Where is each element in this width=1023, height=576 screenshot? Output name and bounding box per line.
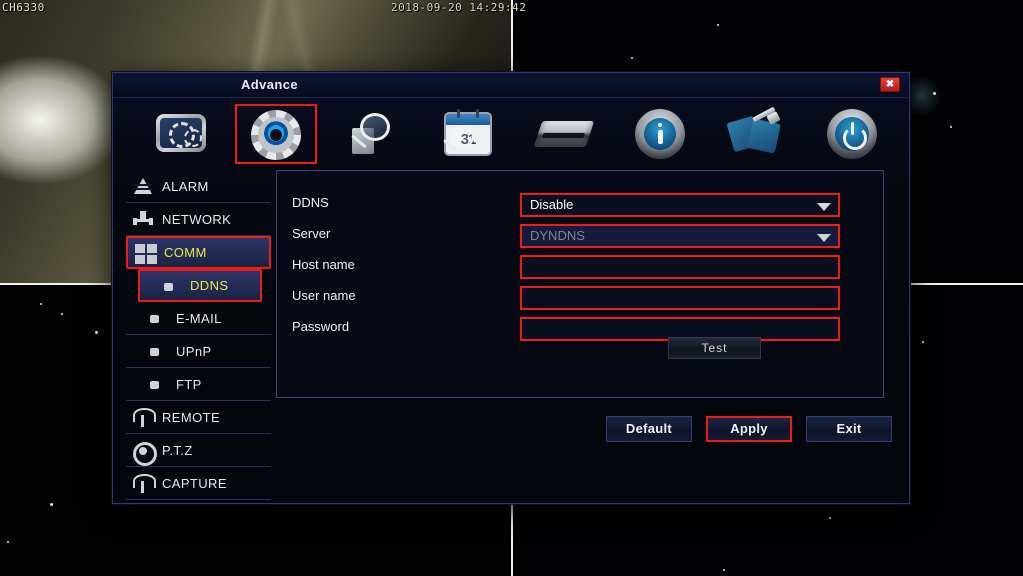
search-magnifier-icon <box>344 108 400 160</box>
display-settings-icon <box>152 108 208 160</box>
advance-gear-icon <box>248 108 304 160</box>
screen: CH6330 2018-09-20 14:29:42 Advance ✖ 31 … <box>0 0 1023 576</box>
ddns-label: DDNS <box>292 195 329 210</box>
sidebar-item-label: DDNS <box>190 278 229 293</box>
server-label: Server <box>292 226 331 241</box>
sidebar-item-ptz[interactable]: P.T.Z <box>126 434 271 467</box>
ptz-dome-icon <box>130 439 157 466</box>
bullet-icon <box>158 275 184 297</box>
username-label: User name <box>292 288 356 303</box>
password-label: Password <box>292 319 350 334</box>
form-row-hostname: Host name <box>292 255 870 279</box>
sidebar-item-upnp[interactable]: UPnP <box>126 335 271 368</box>
exit-button[interactable]: Exit <box>806 416 892 442</box>
hostname-input[interactable] <box>520 255 840 279</box>
toolbar-item-search[interactable] <box>331 104 413 164</box>
test-button[interactable]: Test <box>668 337 761 359</box>
calendar-search-icon: 31 <box>440 108 496 160</box>
antenna-icon <box>130 472 156 494</box>
sidebar-item-network[interactable]: NETWORK <box>126 203 271 236</box>
osd-timestamp: 2018-09-20 14:29:42 <box>391 1 527 14</box>
default-button[interactable]: Default <box>606 416 692 442</box>
server-value: DYNDNS <box>530 228 585 243</box>
toolbar-item-info[interactable] <box>619 104 701 164</box>
network-node-icon <box>130 208 156 230</box>
sidebar-item-label: REMOTE <box>162 409 221 425</box>
sidebar-item-label: E-MAIL <box>176 310 222 326</box>
dialog-title: Advance <box>241 77 298 92</box>
sidebar-item-label: ALARM <box>162 178 209 194</box>
bullet-icon <box>144 340 170 362</box>
bullet-icon <box>144 373 170 395</box>
dialog-body: ALARM NETWORK COMM DDNS E-MAIL UPnP FTP … <box>113 170 909 504</box>
sidebar-item-label: P.T.Z <box>162 442 193 458</box>
osd-channel-label: CH6330 <box>2 1 45 14</box>
power-icon <box>824 108 880 160</box>
comm-grid-icon <box>132 242 158 264</box>
toolbar-item-shutdown[interactable] <box>811 104 893 164</box>
sidebar-item-capture[interactable]: CAPTURE <box>126 467 271 500</box>
info-icon <box>632 108 688 160</box>
hdd-icon <box>533 108 595 160</box>
ddns-value: Disable <box>530 197 574 212</box>
sidebar-item-label: COMM <box>164 245 207 260</box>
sidebar-item-remote[interactable]: REMOTE <box>126 401 271 434</box>
form-row-server: Server DYNDNS <box>292 224 870 248</box>
sidebar-item-label: CAPTURE <box>162 475 227 491</box>
dialog-titlebar[interactable]: Advance ✖ <box>113 73 909 98</box>
alarm-cone-icon <box>130 175 156 197</box>
antenna-icon <box>130 406 156 428</box>
toolbar-item-display[interactable] <box>139 104 221 164</box>
maintenance-tools-icon <box>726 106 784 160</box>
toolbar-item-maintenance[interactable] <box>715 104 797 164</box>
form-row-ddns: DDNS Disable <box>292 193 870 217</box>
sidebar-item-ftp[interactable]: FTP <box>126 368 271 401</box>
sidebar-item-label: NETWORK <box>162 211 232 227</box>
username-input[interactable] <box>520 286 840 310</box>
ddns-form-panel: DDNS Disable Server DYNDNS Host name Use… <box>276 170 884 398</box>
close-icon[interactable]: ✖ <box>880 77 900 92</box>
ddns-select[interactable]: Disable <box>520 193 840 217</box>
chevron-down-icon[interactable] <box>817 234 831 242</box>
form-row-password: Password <box>292 317 870 341</box>
toolbar-item-hdd[interactable] <box>523 104 605 164</box>
sidebar-item-comm[interactable]: COMM <box>126 236 271 269</box>
sidebar-item-label: UPnP <box>176 343 212 359</box>
bullet-icon <box>144 307 170 329</box>
toolbar-item-advance[interactable] <box>235 104 317 164</box>
sidebar-item-email[interactable]: E-MAIL <box>126 302 271 335</box>
advance-dialog: Advance ✖ 31 ALARM NETWORK COMM DDNS E-M… <box>112 72 910 504</box>
sidebar-item-label: FTP <box>176 376 202 392</box>
server-select[interactable]: DYNDNS <box>520 224 840 248</box>
apply-button[interactable]: Apply <box>706 416 792 442</box>
action-bar: Default Apply Exit <box>276 416 892 446</box>
sidebar: ALARM NETWORK COMM DDNS E-MAIL UPnP FTP … <box>126 170 271 500</box>
icon-toolbar: 31 <box>113 98 909 170</box>
sidebar-item-alarm[interactable]: ALARM <box>126 170 271 203</box>
chevron-down-icon[interactable] <box>817 203 831 211</box>
form-row-username: User name <box>292 286 870 310</box>
toolbar-item-record-search[interactable]: 31 <box>427 104 509 164</box>
sidebar-item-ddns[interactable]: DDNS <box>138 269 262 302</box>
hostname-label: Host name <box>292 257 355 272</box>
